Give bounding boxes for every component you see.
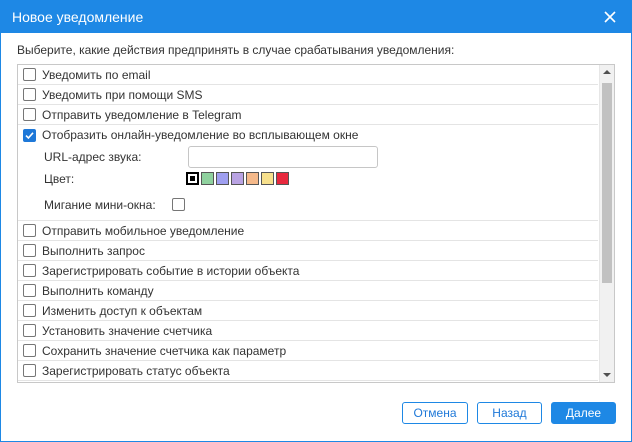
- action-checkbox[interactable]: [23, 264, 36, 277]
- action-label: Сохранить значение счетчика как параметр: [42, 343, 287, 358]
- action-label: Зарегистрировать статус объекта: [42, 363, 230, 378]
- close-icon: [604, 11, 616, 23]
- dialog-titlebar: Новое уведомление: [1, 1, 631, 33]
- list-item[interactable]: Уведомить при помощи SMS: [18, 85, 598, 105]
- action-checkbox[interactable]: [23, 244, 36, 257]
- list-item[interactable]: Уведомить по email: [18, 65, 598, 85]
- list-item[interactable]: Зарегистрировать событие в истории объек…: [18, 261, 598, 281]
- color-swatch[interactable]: [186, 172, 199, 185]
- action-label: Отправить уведомление в Telegram: [42, 107, 242, 122]
- scroll-up-button[interactable]: [600, 65, 614, 79]
- dialog-footer: Отмена Назад Далее: [393, 402, 616, 424]
- list-item[interactable]: Зарегистрировать статус объекта: [18, 361, 598, 381]
- popup-notification-label: Отобразить онлайн-уведомление во всплыва…: [42, 128, 359, 142]
- blink-mini-window-checkbox[interactable]: [172, 198, 185, 211]
- color-swatch[interactable]: [216, 172, 229, 185]
- list-item[interactable]: Отправить уведомление в Telegram: [18, 105, 598, 125]
- blink-mini-window-label: Мигание мини-окна:: [44, 198, 156, 212]
- sound-url-input[interactable]: [188, 146, 378, 168]
- action-label: Уведомить при помощи SMS: [42, 87, 203, 102]
- color-swatch[interactable]: [246, 172, 259, 185]
- color-swatch[interactable]: [231, 172, 244, 185]
- list-item[interactable]: Установить значение счетчика: [18, 321, 598, 341]
- color-swatch[interactable]: [201, 172, 214, 185]
- action-label: Установить значение счетчика: [42, 323, 213, 338]
- action-checkbox[interactable]: [23, 324, 36, 337]
- color-swatch[interactable]: [261, 172, 274, 185]
- dialog-title: Новое уведомление: [12, 9, 144, 25]
- list-item[interactable]: Изменить доступ к объектам: [18, 301, 598, 321]
- instructions-text: Выберите, какие действия предпринять в с…: [17, 43, 455, 57]
- action-checkbox[interactable]: [23, 88, 36, 101]
- list-item[interactable]: Отправить мобильное уведомление: [18, 221, 598, 241]
- action-checkbox[interactable]: [23, 224, 36, 237]
- action-checkbox[interactable]: [23, 364, 36, 377]
- scrollbar-thumb[interactable]: [602, 83, 612, 283]
- scroll-down-button[interactable]: [600, 368, 614, 382]
- color-swatch[interactable]: [276, 172, 289, 185]
- close-button[interactable]: [601, 8, 619, 26]
- arrow-down-icon: [603, 373, 611, 377]
- check-icon: [25, 131, 34, 139]
- list-item[interactable]: Выполнить команду: [18, 281, 598, 301]
- color-palette: [186, 172, 291, 185]
- action-label: Выполнить команду: [42, 283, 154, 298]
- action-checkbox[interactable]: [23, 284, 36, 297]
- actions-list-content: Уведомить по email Уведомить при помощи S…: [18, 65, 598, 381]
- action-label: Зарегистрировать событие в истории объек…: [42, 263, 300, 278]
- list-item[interactable]: Выполнить запрос: [18, 241, 598, 261]
- list-item[interactable]: Сохранить значение счетчика как параметр: [18, 341, 598, 361]
- action-checkbox[interactable]: [23, 68, 36, 81]
- popup-notification-checkbox[interactable]: [23, 128, 36, 142]
- action-checkbox[interactable]: [23, 344, 36, 357]
- color-label: Цвет:: [44, 171, 75, 186]
- new-notification-dialog: Новое уведомление Выберите, какие действ…: [0, 0, 632, 442]
- actions-list: Уведомить по email Уведомить при помощи S…: [17, 64, 615, 383]
- action-label: Изменить доступ к объектам: [42, 303, 203, 318]
- action-label: Выполнить запрос: [42, 243, 145, 258]
- next-button[interactable]: Далее: [551, 402, 616, 424]
- back-button[interactable]: Назад: [477, 402, 542, 424]
- action-label: Отправить мобильное уведомление: [42, 223, 245, 238]
- list-item-popup-notification: Отобразить онлайн-уведомление во всплыва…: [18, 125, 598, 221]
- action-checkbox[interactable]: [23, 108, 36, 121]
- arrow-up-icon: [603, 70, 611, 74]
- action-label: Уведомить по email: [42, 67, 151, 82]
- action-checkbox[interactable]: [23, 304, 36, 317]
- cancel-button[interactable]: Отмена: [402, 402, 468, 424]
- sound-url-label: URL-адрес звука:: [44, 150, 142, 164]
- list-scrollbar[interactable]: [599, 65, 614, 382]
